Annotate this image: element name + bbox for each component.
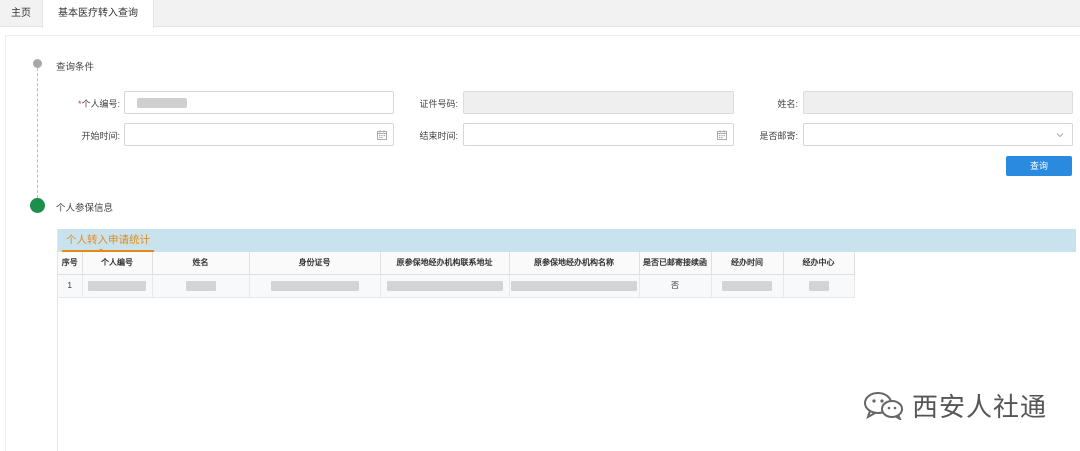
query-button[interactable]: 查询 <box>1006 156 1072 176</box>
column-header[interactable]: 序号 <box>58 252 83 275</box>
column-header[interactable]: 经办中心 <box>783 252 855 275</box>
cell-name <box>152 274 250 298</box>
redacted-value <box>511 280 637 291</box>
redacted-value <box>722 280 772 291</box>
step-dot-info <box>30 198 45 213</box>
redacted-value <box>386 280 503 291</box>
cell-index: 1 <box>58 274 83 298</box>
cert-no-label: 证件号码: <box>419 99 458 109</box>
tab-home[interactable]: 主页 <box>0 0 42 27</box>
column-header[interactable]: 原参保地经办机构名称 <box>509 252 640 275</box>
end-time-label: 结束时间: <box>419 131 458 141</box>
column-header[interactable]: 姓名 <box>152 252 250 275</box>
column-header[interactable]: 身份证号 <box>249 252 381 275</box>
column-header[interactable]: 经办时间 <box>711 252 784 275</box>
calendar-icon[interactable] <box>717 130 727 140</box>
section-title-info: 个人参保信息 <box>56 203 114 214</box>
redacted-value <box>808 280 829 291</box>
wechat-icon <box>864 392 903 420</box>
person-id-input[interactable] <box>124 91 394 114</box>
cell-handle-time <box>711 274 784 298</box>
table-row[interactable]: 1 否 <box>58 274 855 298</box>
end-time-input[interactable] <box>463 123 734 146</box>
cell-original-address <box>380 274 510 298</box>
start-time-label: 开始时间: <box>81 131 120 141</box>
start-time-input[interactable] <box>124 123 394 146</box>
cell-id-number <box>249 274 381 298</box>
calendar-icon[interactable] <box>377 130 387 140</box>
mailed-label: 是否邮寄: <box>759 131 798 141</box>
table-header-row: 序号 个人编号 姓名 身份证号 原参保地经办机构联系地址 原参保地经办机构名称 … <box>58 252 855 275</box>
watermark: 西安人社通 <box>862 387 1047 423</box>
person-id-value-redacted <box>137 98 187 108</box>
tab-bar: 主页 基本医疗转入查询 <box>0 0 1080 28</box>
person-id-label: *个人编号: <box>77 99 120 109</box>
mailed-select[interactable] <box>803 123 1073 146</box>
redacted-value <box>185 280 216 291</box>
cell-person-id <box>82 274 153 298</box>
results-table: 序号 个人编号 姓名 身份证号 原参保地经办机构联系地址 原参保地经办机构名称 … <box>58 252 855 298</box>
redacted-value <box>270 280 359 291</box>
column-header[interactable]: 原参保地经办机构联系地址 <box>380 252 510 275</box>
redacted-value <box>88 280 146 291</box>
watermark-text: 西安人社通 <box>912 392 1048 423</box>
name-input[interactable] <box>803 91 1073 114</box>
step-connector <box>37 68 38 198</box>
cell-original-agency <box>509 274 640 298</box>
step-dot-query <box>33 59 42 68</box>
column-header[interactable]: 个人编号 <box>82 252 153 275</box>
section-title-query: 查询条件 <box>56 62 95 73</box>
cell-handle-center <box>783 274 855 298</box>
cert-no-input[interactable] <box>463 91 734 114</box>
tab-transfer-application-stats[interactable]: 个人转入申请统计 <box>62 229 154 252</box>
panel-header: 个人转入申请统计 <box>58 229 1076 253</box>
chevron-down-icon <box>1056 133 1064 138</box>
name-label: 姓名: <box>777 99 798 109</box>
tab-basic-medical-transfer-query[interactable]: 基本医疗转入查询 <box>42 0 154 28</box>
cell-mailed: 否 <box>639 274 712 298</box>
column-header[interactable]: 是否已邮寄接续函 <box>639 252 712 275</box>
